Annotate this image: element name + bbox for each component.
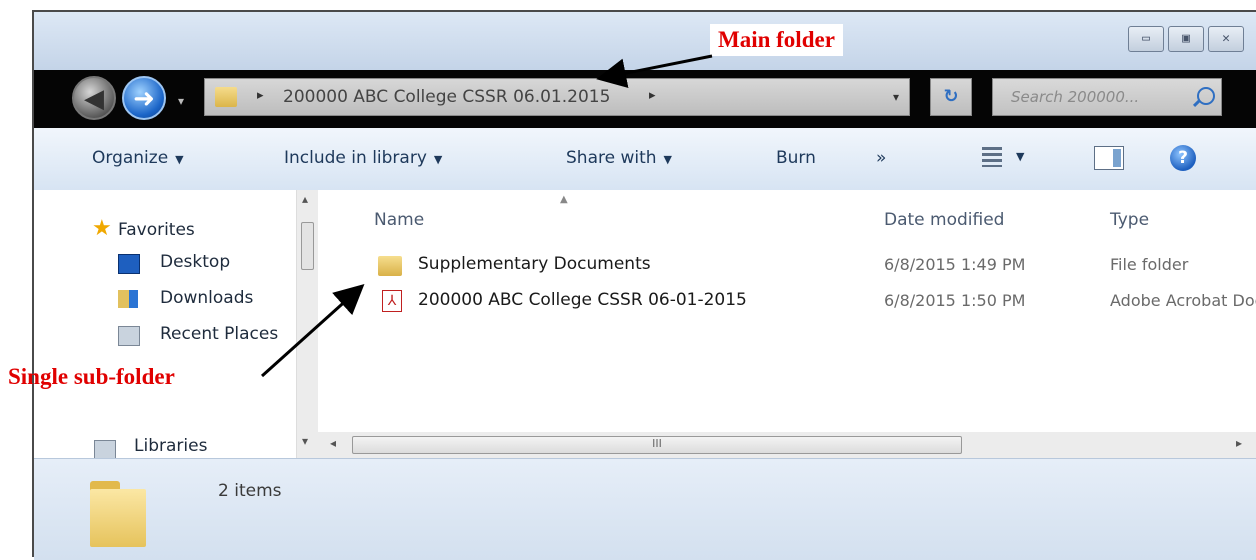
subfolder-arrow (260, 283, 365, 378)
annotation-arrows (260, 54, 713, 378)
main-folder-arrow (596, 54, 713, 89)
